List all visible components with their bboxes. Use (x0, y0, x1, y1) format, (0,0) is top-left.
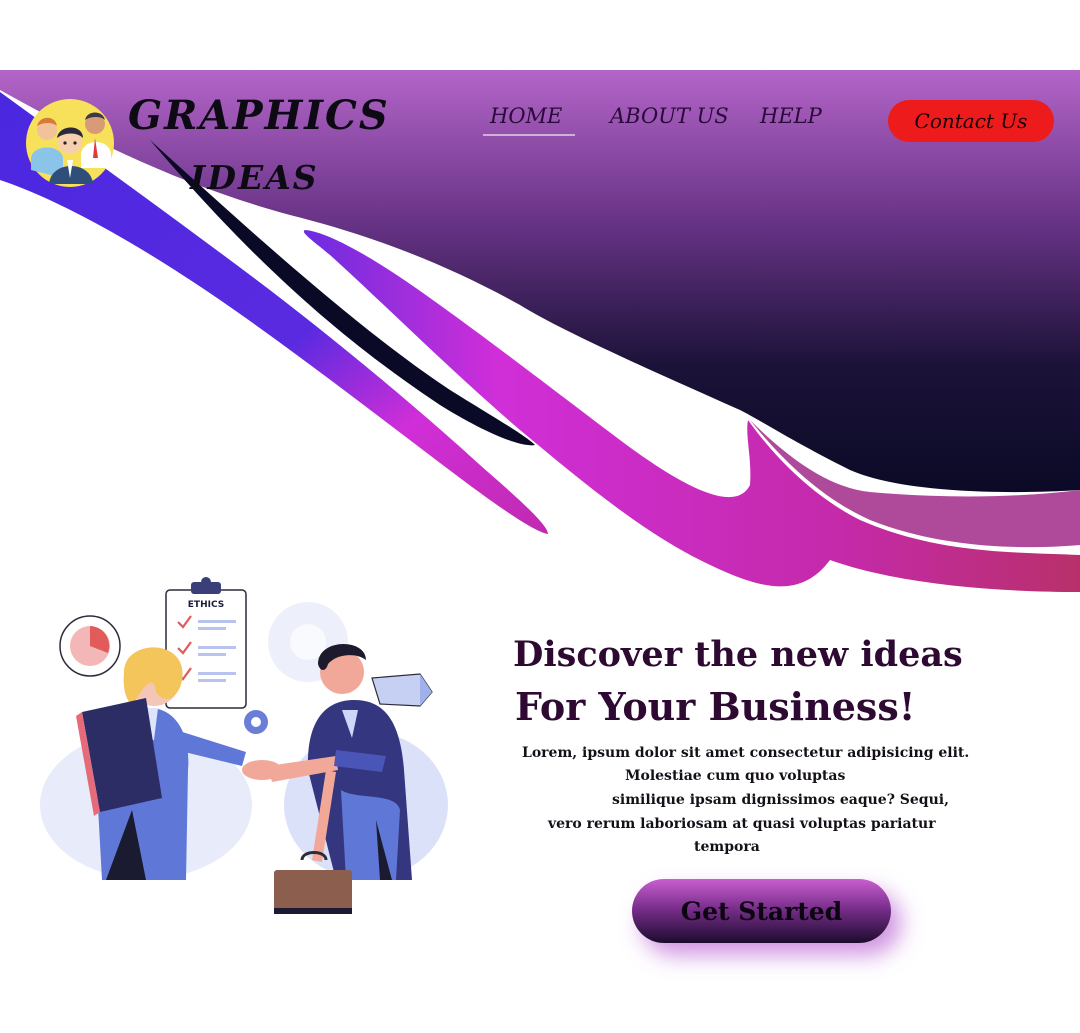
brand-name-line-1: GRAPHICS (128, 92, 390, 139)
hero-body-line: similique ipsam dignissimos eaque? Sequi… (612, 792, 949, 808)
hero-body-line: tempora (694, 839, 760, 855)
nav-about-link[interactable]: ABOUT US (610, 104, 729, 128)
get-started-button[interactable]: Get Started (632, 879, 891, 943)
hero-headline-line-1: Discover the new ideas (513, 634, 963, 675)
clipboard-label: ETHICS (188, 600, 224, 610)
pie-chart-icon (59, 615, 121, 677)
landing-page: GRAPHICS IDEAS HOME ABOUT US HELP Contac… (0, 0, 1080, 1033)
hero-body-line: vero rerum laboriosam at quasi voluptas … (548, 816, 936, 832)
hero-body-line: Lorem, ipsum dolor sit amet consectetur … (522, 745, 970, 761)
gear-icon (244, 710, 268, 734)
nav-active-underline (483, 134, 575, 136)
handshake (242, 760, 282, 780)
paper-plane-icon (371, 673, 433, 707)
team-avatar-icon[interactable] (25, 98, 115, 188)
hero-background (0, 70, 1080, 592)
business-handshake-illustration: ETHICS (40, 577, 448, 914)
hero-body-line: Molestiae cum quo voluptas (625, 768, 846, 784)
nav-home-link[interactable]: HOME (490, 104, 562, 128)
hero-headline-line-2: For Your Business! (515, 684, 916, 729)
brand-name-line-2: IDEAS (190, 158, 319, 197)
nav-help-link[interactable]: HELP (760, 104, 822, 128)
contact-us-button[interactable]: Contact Us (888, 100, 1054, 142)
